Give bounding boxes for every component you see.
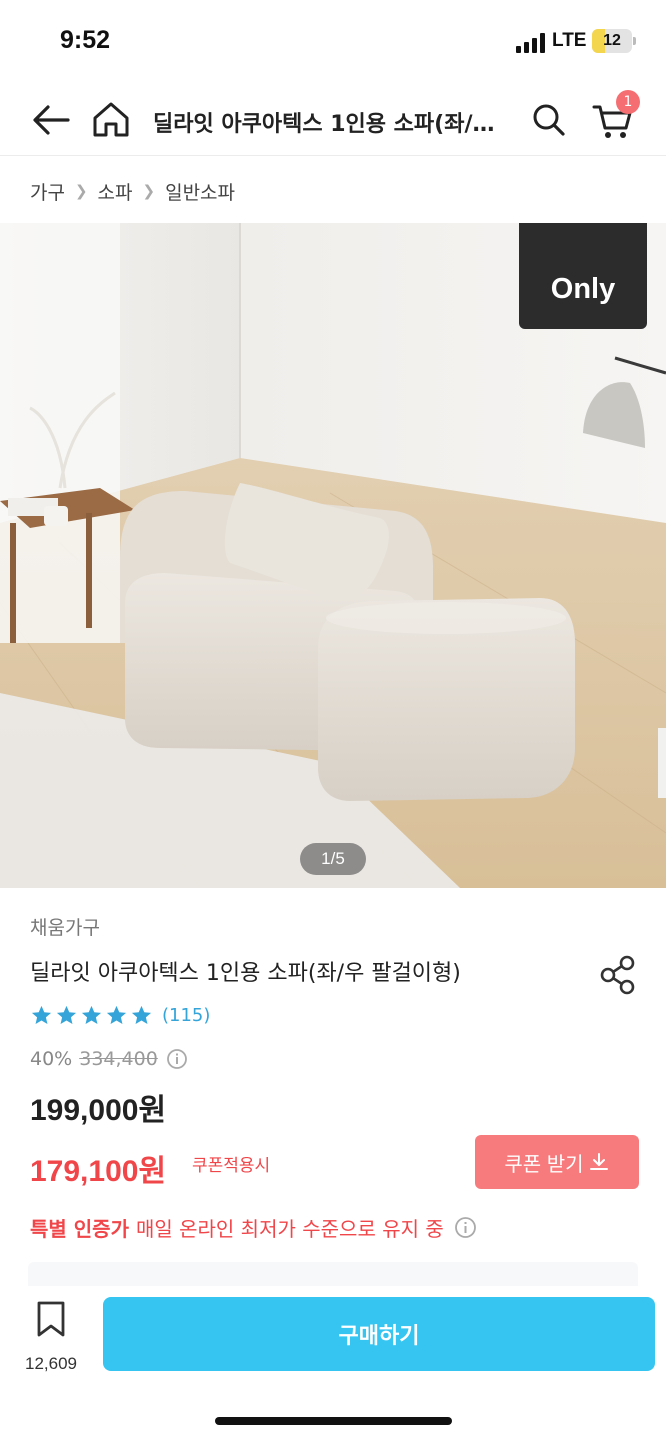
network-label: LTE <box>552 30 587 51</box>
search-icon[interactable] <box>523 95 573 145</box>
back-arrow-icon[interactable] <box>26 95 76 145</box>
get-coupon-button[interactable]: 쿠폰 받기 <box>475 1135 639 1189</box>
download-icon <box>589 1153 608 1170</box>
breadcrumb-item-regular-sofa[interactable]: 일반소파 <box>165 178 235 205</box>
buy-button[interactable]: 구매하기 <box>103 1297 655 1371</box>
bookmark-icon <box>37 1301 65 1337</box>
bookmark-button[interactable]: 12,609 <box>18 1296 84 1376</box>
star-icon <box>131 1005 152 1024</box>
coupon-note: 쿠폰적용시 <box>192 1156 271 1176</box>
special-price-label: 특별 인증가 <box>30 1216 129 1241</box>
original-price: 334,400 <box>79 1048 158 1070</box>
breadcrumb: 가구 ❯ 소파 ❯ 일반소파 <box>30 176 235 206</box>
review-count[interactable]: (115) <box>162 1005 210 1026</box>
sale-price: 199,000원 <box>30 1094 167 1127</box>
rating-row[interactable]: (115) <box>30 1001 210 1029</box>
section-divider <box>28 1262 638 1286</box>
bookmark-count: 12,609 <box>25 1354 77 1373</box>
battery-icon: 12 <box>592 29 632 53</box>
status-bar: 9:52 LTE 12 <box>0 0 666 86</box>
only-badge-label: Only <box>550 273 616 305</box>
star-rating <box>30 1004 155 1027</box>
page-title: 딜라잇 아쿠아텍스 1인용 소파(좌/우 팔걸이형) <box>153 112 508 137</box>
header: 딜라잇 아쿠아텍스 1인용 소파(좌/우 팔걸이형) <box>0 86 666 156</box>
share-icon[interactable] <box>596 953 640 997</box>
breadcrumb-item-sofa[interactable]: 소파 <box>98 178 133 205</box>
product-name: 딜라잇 아쿠아텍스 1인용 소파(좌/우 팔걸이형) <box>30 961 461 986</box>
chevron-right-icon: ❯ <box>74 182 88 200</box>
star-icon <box>31 1005 52 1024</box>
info-icon[interactable] <box>166 1048 188 1070</box>
only-badge: Only <box>519 223 647 329</box>
home-indicator <box>215 1417 452 1425</box>
special-price-text: 매일 온라인 최저가 수준으로 유지 중 <box>135 1216 444 1241</box>
info-icon[interactable] <box>454 1216 477 1239</box>
star-icon <box>56 1005 77 1024</box>
home-icon[interactable] <box>86 95 136 145</box>
discount-row: 40% 334,400 <box>30 1045 188 1073</box>
chevron-right-icon: ❯ <box>142 182 156 200</box>
discount-rate: 40% <box>30 1048 73 1070</box>
star-icon <box>81 1005 102 1024</box>
coupon-price: 179,100원 <box>30 1155 167 1188</box>
signal-icon <box>516 33 546 53</box>
product-image-carousel[interactable]: Only 1/5 <box>0 223 666 888</box>
star-icon <box>106 1005 127 1024</box>
special-price-notice: 특별 인증가 매일 온라인 최저가 수준으로 유지 중 <box>30 1212 477 1242</box>
brand-name[interactable]: 채움가구 <box>30 913 100 940</box>
status-time: 9:52 <box>60 26 111 54</box>
cart-count-badge: 1 <box>616 90 640 114</box>
get-coupon-label: 쿠폰 받기 <box>504 1153 584 1176</box>
image-counter: 1/5 <box>300 843 366 875</box>
battery-level: 12 <box>603 32 621 49</box>
breadcrumb-item-furniture[interactable]: 가구 <box>30 178 65 205</box>
